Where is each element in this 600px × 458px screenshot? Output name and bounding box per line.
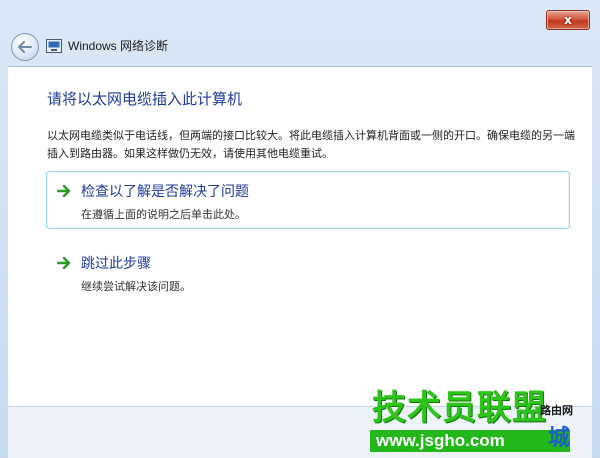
watermark-url: www.jsgho.com [370, 430, 570, 452]
back-button[interactable] [11, 33, 39, 61]
option-title: 跳过此步骤 [81, 256, 151, 272]
close-button[interactable]: x [546, 10, 590, 30]
watermark-logo: 技术员联盟 路由网 www.jsgho.com 城 [370, 380, 600, 457]
green-arrow-icon [57, 185, 71, 197]
back-arrow-icon [18, 41, 32, 53]
option-skip-step[interactable]: 跳过此步骤 继续尝试解决该问题。 [46, 243, 570, 301]
green-arrow-icon [57, 257, 71, 269]
network-diagnostics-icon [46, 39, 62, 53]
watermark-main-text: 技术员联盟 [372, 388, 547, 428]
option-title: 检查以了解是否解决了问题 [81, 184, 249, 200]
option-subtitle: 在遵循上面的说明之后单击此处。 [81, 208, 246, 221]
content-panel: 请将以太网电缆插入此计算机 以太网电缆类似于电话线，但两端的接口比较大。将此电缆… [8, 66, 592, 407]
page-heading: 请将以太网电缆插入此计算机 [47, 90, 243, 108]
window-title: Windows 网络诊断 [68, 39, 169, 53]
watermark-side-text: 路由网 [540, 404, 573, 417]
close-icon: x [564, 13, 572, 27]
watermark-extra-text: 城 [548, 426, 571, 451]
option-check-resolved[interactable]: 检查以了解是否解决了问题 在遵循上面的说明之后单击此处。 [46, 171, 570, 229]
option-subtitle: 继续尝试解决该问题。 [81, 280, 191, 293]
instruction-text: 以太网电缆类似于电话线，但两端的接口比较大。将此电缆插入计算机背面或一侧的开口。… [47, 129, 575, 160]
